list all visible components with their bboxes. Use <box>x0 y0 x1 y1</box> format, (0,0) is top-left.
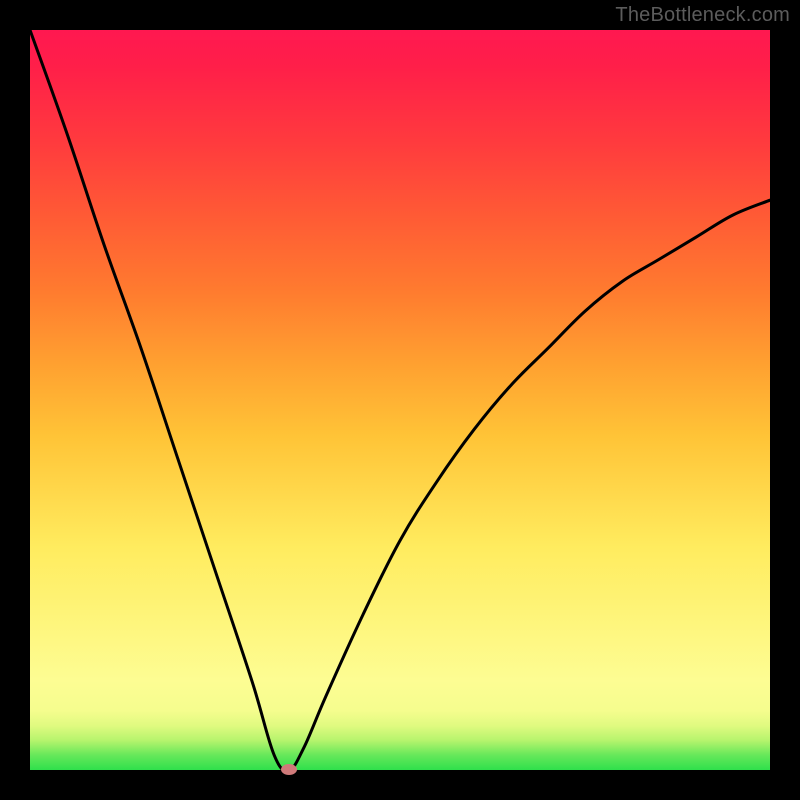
bottleneck-curve-path <box>30 30 770 771</box>
chart-frame: TheBottleneck.com <box>0 0 800 800</box>
plot-area <box>30 30 770 770</box>
curve-svg <box>30 30 770 770</box>
watermark-text: TheBottleneck.com <box>615 4 790 27</box>
optimum-marker <box>281 764 297 775</box>
